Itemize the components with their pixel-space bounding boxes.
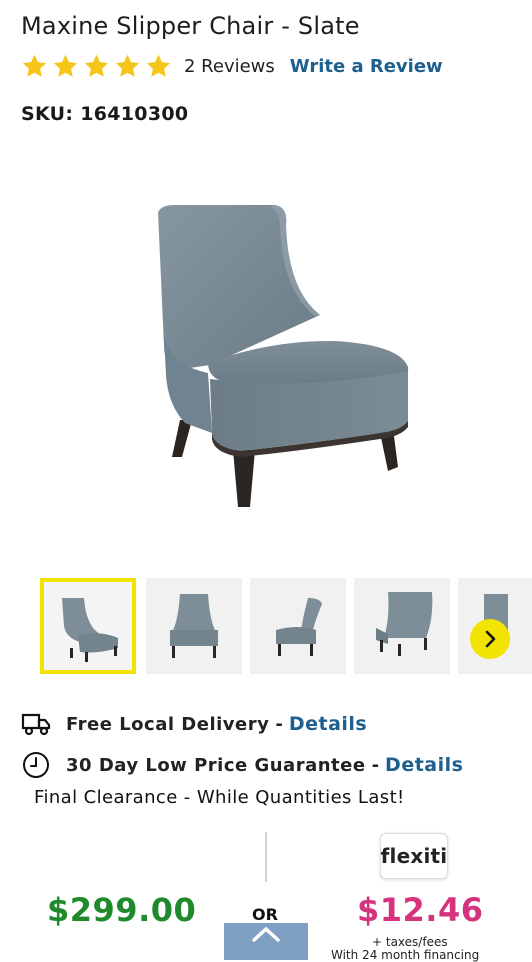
write-review-link[interactable]: Write a Review	[290, 56, 443, 77]
truck-icon	[21, 709, 51, 739]
chevron-up-icon	[252, 927, 280, 942]
price-divider	[265, 832, 267, 882]
clearance-notice: Final Clearance - While Quantities Last!	[34, 787, 405, 808]
taxes-note: + taxes/fees	[372, 935, 448, 949]
star-icon	[84, 54, 109, 77]
thumbnail-3[interactable]	[250, 578, 346, 674]
product-main-image[interactable]	[130, 195, 430, 515]
star-icon	[115, 54, 140, 77]
sku-label: SKU: 16410300	[21, 103, 189, 125]
delivery-row: Free Local Delivery - Details	[21, 709, 367, 739]
thumbnail-2[interactable]	[146, 578, 242, 674]
star-icon	[22, 54, 47, 77]
delivery-separator: -	[275, 713, 283, 735]
monthly-price: $12.46	[357, 891, 484, 929]
thumbnail-strip	[40, 578, 532, 678]
delivery-details-link[interactable]: Details	[289, 713, 367, 735]
thumbnail-1[interactable]	[40, 578, 136, 674]
thumbnail-4[interactable]	[354, 578, 450, 674]
clock-icon	[21, 750, 51, 780]
reviews-count-link[interactable]: 2 Reviews	[184, 56, 275, 77]
guarantee-row: 30 Day Low Price Guarantee - Details	[21, 750, 463, 780]
guarantee-separator: -	[371, 754, 380, 776]
rating-row: 2 Reviews Write a Review	[21, 50, 443, 82]
guarantee-details-link[interactable]: Details	[385, 754, 463, 776]
product-price: $299.00	[47, 891, 197, 929]
star-rating	[21, 53, 172, 80]
product-title: Maxine Slipper Chair - Slate	[21, 12, 360, 40]
star-icon	[53, 54, 78, 77]
or-label: OR	[252, 905, 278, 924]
scroll-to-top-button[interactable]	[224, 923, 308, 960]
gallery-next-button[interactable]	[470, 619, 510, 659]
flexiti-logo: flexiti	[380, 833, 448, 879]
delivery-label: Free Local Delivery	[66, 713, 270, 735]
guarantee-label: 30 Day Low Price Guarantee	[66, 754, 366, 776]
star-icon	[146, 54, 171, 77]
chevron-right-icon	[485, 630, 496, 648]
